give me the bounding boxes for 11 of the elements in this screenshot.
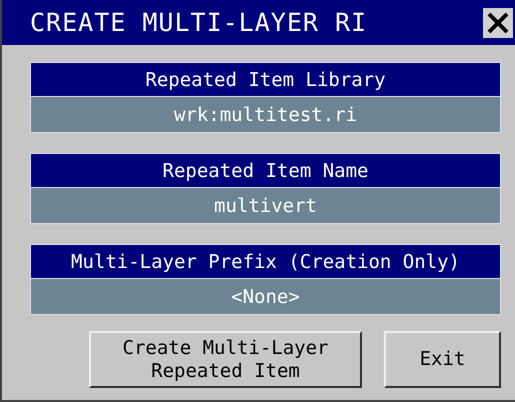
close-button[interactable] [483, 8, 513, 38]
value-field[interactable]: multivert [31, 187, 500, 223]
value-field[interactable]: wrk:multitest.ri [31, 96, 500, 132]
value-field[interactable]: <None> [31, 278, 500, 314]
field-label: Multi-Layer Prefix (Creation Only) [31, 245, 500, 278]
field-label: Repeated Item Library [31, 63, 500, 96]
create-button[interactable]: Create Multi-Layer Repeated Item [89, 331, 362, 388]
window-title: CREATE MULTI-LAYER RI [30, 8, 368, 37]
exit-button[interactable]: Exit [384, 331, 501, 388]
field-label: Repeated Item Name [31, 154, 500, 187]
close-icon [486, 10, 510, 34]
